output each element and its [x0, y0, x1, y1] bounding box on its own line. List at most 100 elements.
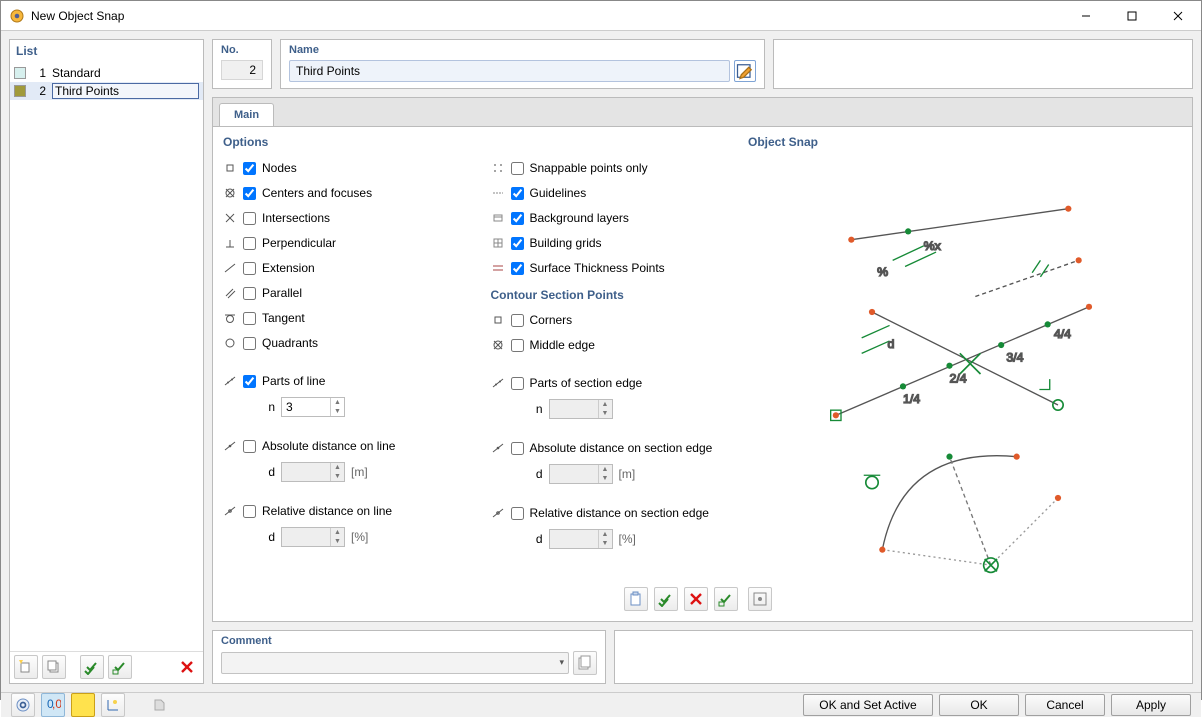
cancel-button[interactable]: Cancel	[1025, 694, 1105, 716]
abs-dist-line-label: Absolute distance on line	[262, 439, 395, 453]
rel-unit: [%]	[351, 530, 368, 544]
abs-dist-section-label: Absolute distance on section edge	[530, 441, 713, 455]
minimize-button[interactable]	[1063, 1, 1109, 31]
intersection-glyph-icon	[223, 212, 237, 224]
grids-glyph-icon	[491, 237, 505, 249]
perpendicular-glyph-icon	[223, 237, 237, 249]
checkall-button[interactable]	[654, 587, 678, 611]
window-title: New Object Snap	[31, 9, 1063, 23]
middle-edge-checkbox[interactable]	[511, 339, 524, 352]
toggle-checks-button[interactable]	[108, 655, 132, 679]
rel-dist-section-checkbox[interactable]	[511, 507, 524, 520]
parallel-checkbox[interactable]	[243, 287, 256, 300]
grids-label: Building grids	[530, 236, 602, 250]
snappable-label: Snappable points only	[530, 161, 648, 175]
no-value: 2	[221, 60, 263, 80]
preview-header: Object Snap	[748, 135, 1182, 149]
ok-set-active-button[interactable]: OK and Set Active	[803, 694, 933, 716]
parts-sec-n-spinner: ▲▼	[549, 399, 613, 419]
guideline-glyph-icon	[491, 187, 505, 199]
rename-button[interactable]	[734, 60, 756, 82]
intersections-checkbox[interactable]	[243, 212, 256, 225]
list-item-name: Standard	[52, 66, 199, 80]
abs-d-label: d	[263, 465, 275, 479]
corners-glyph-icon	[491, 314, 505, 326]
preview-settings-button[interactable]	[748, 587, 772, 611]
corners-label: Corners	[530, 313, 573, 327]
copy-button[interactable]	[42, 655, 66, 679]
surface-thick-label: Surface Thickness Points	[530, 261, 665, 275]
rel-dist-line-label: Relative distance on line	[262, 504, 392, 518]
parts-sec-n-label: n	[531, 402, 543, 416]
extension-checkbox[interactable]	[243, 262, 256, 275]
tangent-checkbox[interactable]	[243, 312, 256, 325]
name-input[interactable]: Third Points	[289, 60, 730, 82]
rel-dist-line-checkbox[interactable]	[243, 505, 256, 518]
nodes-label: Nodes	[262, 161, 297, 175]
close-button[interactable]	[1155, 1, 1201, 31]
rel-sec-d-spinner: ▲▼	[549, 529, 613, 549]
rel-sec-d-label: d	[531, 532, 543, 546]
help-button[interactable]	[11, 693, 35, 717]
quadrant-glyph-icon	[223, 337, 237, 349]
delete-button[interactable]	[175, 655, 199, 679]
guidelines-checkbox[interactable]	[511, 187, 524, 200]
parts-section-checkbox[interactable]	[511, 377, 524, 390]
svg-text:2/4: 2/4	[950, 371, 967, 385]
axes-button[interactable]	[101, 693, 125, 717]
tangent-glyph-icon	[223, 312, 237, 324]
color-button[interactable]	[71, 693, 95, 717]
script-button[interactable]	[147, 693, 171, 717]
list-item-name: Third Points	[52, 83, 199, 99]
parts-section-glyph-icon	[491, 377, 505, 389]
parts-n-label: n	[263, 400, 275, 414]
preview-canvas: % %x	[748, 157, 1182, 581]
perpendicular-checkbox[interactable]	[243, 237, 256, 250]
svg-text:4/4: 4/4	[1054, 327, 1071, 341]
units-button[interactable]: 0,00	[41, 693, 65, 717]
reset-button[interactable]	[714, 587, 738, 611]
ok-button[interactable]: OK	[939, 694, 1019, 716]
abs-sec-d-label: d	[531, 467, 543, 481]
middle-glyph-icon	[491, 339, 505, 351]
snappable-checkbox[interactable]	[511, 162, 524, 175]
extension-glyph-icon	[223, 262, 237, 274]
quadrants-checkbox[interactable]	[243, 337, 256, 350]
centers-checkbox[interactable]	[243, 187, 256, 200]
parts-of-line-checkbox[interactable]	[243, 375, 256, 388]
rel-d-spinner: ▲▼	[281, 527, 345, 547]
tab-main[interactable]: Main	[219, 103, 274, 126]
surface-thick-checkbox[interactable]	[511, 262, 524, 275]
name-label: Name	[289, 44, 756, 56]
list-item-number: 2	[32, 84, 46, 98]
rel-dist-section-label: Relative distance on section edge	[530, 506, 709, 520]
abs-dist-line-checkbox[interactable]	[243, 440, 256, 453]
maximize-button[interactable]	[1109, 1, 1155, 31]
bg-layers-checkbox[interactable]	[511, 212, 524, 225]
list-item[interactable]: 2 Third Points	[10, 82, 203, 100]
new-button[interactable]	[14, 655, 38, 679]
abs-dist-section-checkbox[interactable]	[511, 442, 524, 455]
check-all-button[interactable]	[80, 655, 104, 679]
nodes-checkbox[interactable]	[243, 162, 256, 175]
clear-button[interactable]	[684, 587, 708, 611]
comment-combobox[interactable]: ▾	[221, 652, 569, 674]
tangent-label: Tangent	[262, 311, 305, 325]
rel-section-glyph-icon	[491, 507, 505, 519]
snappable-glyph-icon	[491, 162, 505, 174]
comment-library-button[interactable]	[573, 651, 597, 675]
parts-of-line-label: Parts of line	[262, 374, 325, 388]
comment-blank-area	[614, 630, 1193, 684]
contour-header: Contour Section Points	[491, 288, 739, 302]
clipboard-button[interactable]	[624, 587, 648, 611]
parts-n-spinner[interactable]: 3▲▼	[281, 397, 345, 417]
grids-checkbox[interactable]	[511, 237, 524, 250]
svg-text:,00: ,00	[52, 697, 61, 711]
apply-button[interactable]: Apply	[1111, 694, 1191, 716]
bglayers-glyph-icon	[491, 212, 505, 224]
corners-checkbox[interactable]	[511, 314, 524, 327]
no-label: No.	[221, 44, 263, 56]
list-item[interactable]: 1 Standard	[10, 64, 203, 82]
node-glyph-icon	[223, 162, 237, 174]
perpendicular-label: Perpendicular	[262, 236, 336, 250]
